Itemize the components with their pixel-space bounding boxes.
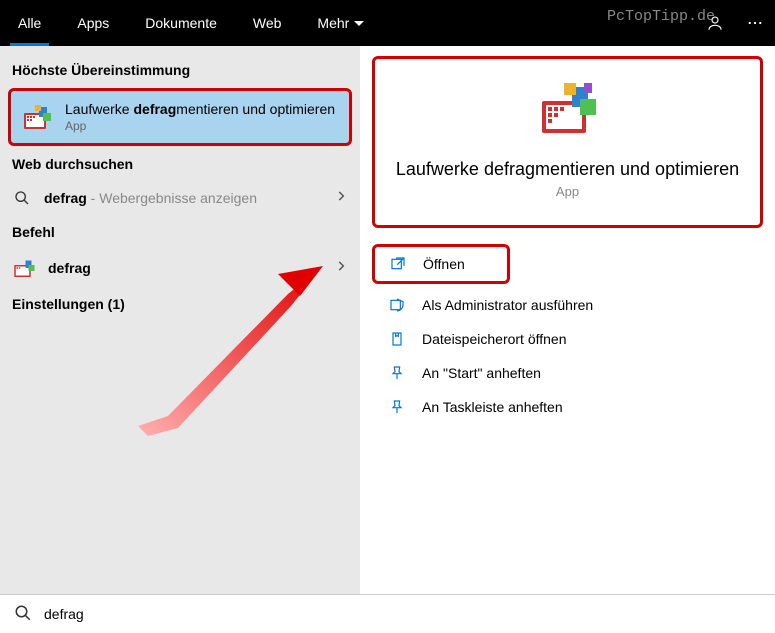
detail-card: Laufwerke defragmentieren und optimieren… (372, 56, 763, 228)
folder-icon (388, 330, 406, 348)
tab-web[interactable]: Web (235, 0, 300, 46)
search-input[interactable] (44, 606, 761, 622)
title-post: mentieren und optimieren (176, 101, 335, 117)
command-header: Befehl (0, 218, 360, 246)
tab-documents-label: Dokumente (145, 15, 217, 31)
action-location-label: Dateispeicherort öffnen (422, 331, 567, 347)
title-pre: Laufwerke (65, 101, 133, 117)
open-icon (389, 255, 407, 273)
chevron-down-icon (354, 21, 364, 26)
chevron-right-icon (334, 189, 348, 208)
tab-web-label: Web (253, 15, 282, 31)
action-pinstart-label: An "Start" anheften (422, 365, 541, 381)
tab-apps-label: Apps (77, 15, 109, 31)
best-match-title: Laufwerke defragmentieren und optimieren (65, 101, 339, 117)
defrag-app-icon (21, 101, 53, 133)
command-result[interactable]: defrag (0, 246, 360, 290)
tab-all[interactable]: Alle (0, 0, 59, 46)
best-match-text: Laufwerke defragmentieren und optimieren… (65, 101, 339, 133)
search-icon (14, 604, 32, 625)
defrag-cmd-icon (12, 256, 36, 280)
settings-header: Einstellungen (1) (0, 290, 360, 318)
action-admin-label: Als Administrator ausführen (422, 297, 593, 313)
action-pin-taskbar[interactable]: An Taskleiste anheften (360, 390, 775, 424)
web-result-text: defrag - Webergebnisse anzeigen (44, 190, 334, 206)
action-open-label: Öffnen (423, 256, 465, 272)
tab-all-label: Alle (18, 15, 41, 31)
action-run-admin[interactable]: Als Administrator ausführen (360, 288, 775, 322)
best-match-subtitle: App (65, 119, 339, 133)
tab-more-label: Mehr (317, 15, 349, 31)
content-area: Höchste Übereinstimmung Laufwerke defrag… (0, 46, 775, 594)
action-pintask-label: An Taskleiste anheften (422, 399, 563, 415)
ellipsis-icon[interactable] (735, 0, 775, 46)
tab-more[interactable]: Mehr (299, 0, 382, 46)
header-bar: Alle Apps Dokumente Web Mehr PcTopTipp.d… (0, 0, 775, 46)
action-open[interactable]: Öffnen (372, 244, 510, 284)
search-icon (12, 188, 32, 208)
admin-icon (388, 296, 406, 314)
tab-apps[interactable]: Apps (59, 0, 127, 46)
web-hint: - Webergebnisse anzeigen (87, 190, 257, 206)
web-search-result[interactable]: defrag - Webergebnisse anzeigen (0, 178, 360, 218)
chevron-right-icon (334, 259, 348, 278)
results-panel: Höchste Übereinstimmung Laufwerke defrag… (0, 46, 360, 594)
header-tabs: Alle Apps Dokumente Web Mehr (0, 0, 382, 46)
detail-title: Laufwerke defragmentieren und optimieren (395, 159, 740, 180)
action-pin-start[interactable]: An "Start" anheften (360, 356, 775, 390)
title-bold: defrag (133, 101, 176, 117)
web-query: defrag (44, 190, 87, 206)
best-match-header: Höchste Übereinstimmung (0, 56, 360, 84)
defrag-large-icon (536, 77, 600, 141)
command-label: defrag (48, 260, 334, 276)
action-open-location[interactable]: Dateispeicherort öffnen (360, 322, 775, 356)
account-icon[interactable] (695, 0, 735, 46)
header-right (695, 0, 775, 46)
action-list: Öffnen Als Administrator ausführen Datei… (360, 228, 775, 424)
detail-panel: Laufwerke defragmentieren und optimieren… (360, 46, 775, 594)
best-match-result[interactable]: Laufwerke defragmentieren und optimieren… (8, 88, 352, 146)
pin-start-icon (388, 364, 406, 382)
detail-subtitle: App (395, 184, 740, 199)
tab-documents[interactable]: Dokumente (127, 0, 235, 46)
web-search-header: Web durchsuchen (0, 150, 360, 178)
search-bar (0, 594, 775, 633)
pin-taskbar-icon (388, 398, 406, 416)
